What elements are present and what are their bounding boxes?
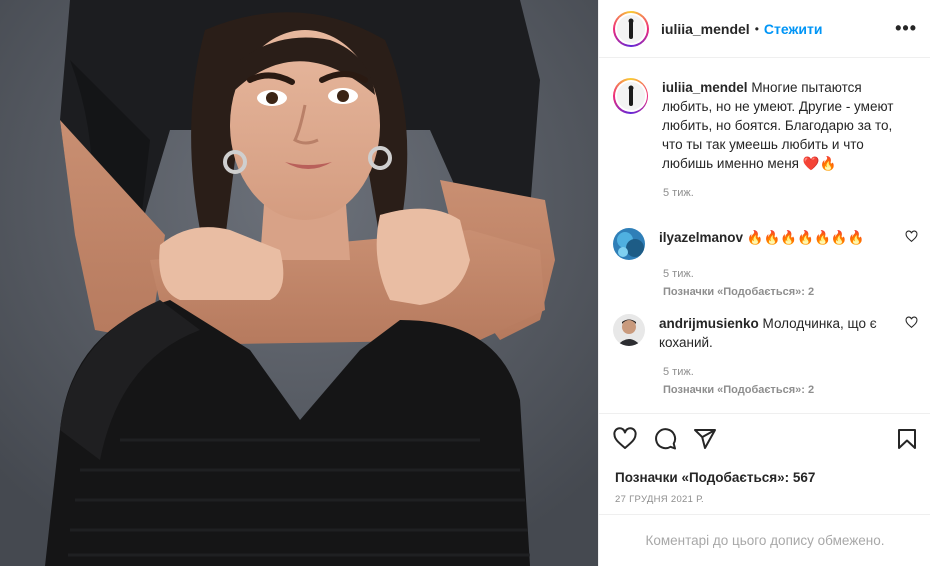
comment-text-block: andrijmusienko Молодчинка, що є коханий. — [659, 314, 917, 352]
post-photo[interactable] — [0, 0, 598, 566]
divider — [599, 514, 930, 515]
commenter-avatar-image — [613, 228, 645, 260]
share-icon[interactable] — [693, 427, 717, 451]
post-date[interactable]: 27 ГРУДНЯ 2021 Р. — [615, 494, 704, 505]
comment-time[interactable]: 5 тиж. — [663, 366, 918, 378]
likes-count[interactable]: Позначки «Подобається»: 567 — [615, 470, 815, 485]
commenter-avatar[interactable] — [613, 228, 645, 260]
comment-icon[interactable] — [653, 427, 677, 451]
bookmark-icon[interactable] — [895, 427, 919, 451]
commenter-avatar[interactable] — [613, 314, 645, 346]
comment-text: 🔥🔥🔥🔥🔥🔥🔥 — [746, 230, 865, 245]
photo-illustration — [0, 0, 598, 566]
action-bar — [613, 427, 919, 455]
comment-likes[interactable]: Позначки «Подобається»: 2 — [663, 384, 918, 396]
comment-time[interactable]: 5 тиж. — [663, 268, 918, 280]
comment-like-heart-icon[interactable] — [905, 230, 918, 243]
separator-dot: • — [754, 21, 759, 36]
comment-likes[interactable]: Позначки «Подобається»: 2 — [663, 286, 918, 298]
more-options-icon[interactable]: ••• — [895, 18, 917, 39]
follow-button[interactable]: Стежити — [764, 21, 823, 37]
comment-item: andrijmusienko Молодчинка, що є коханий.… — [613, 314, 918, 396]
post-caption: iuliia_mendel Многие пытаются любить, но… — [613, 78, 913, 199]
caption-avatar[interactable] — [613, 78, 649, 114]
heart-icon[interactable] — [613, 427, 637, 451]
caption-emoji: ❤️🔥 — [802, 156, 837, 171]
post-dialog: iuliia_mendel • Стежити ••• iuliia_mende… — [0, 0, 930, 566]
caption-text-block: iuliia_mendel Многие пытаются любить, но… — [662, 78, 913, 173]
author-username[interactable]: iuliia_mendel — [661, 21, 750, 37]
comment-item: ilyazelmanov 🔥🔥🔥🔥🔥🔥🔥 5 тиж. Позначки «По… — [613, 228, 918, 298]
caption-username[interactable]: iuliia_mendel — [662, 80, 748, 95]
caption-time[interactable]: 5 тиж. — [663, 187, 913, 199]
comment-username[interactable]: andrijmusienko — [659, 316, 759, 331]
comment-like-heart-icon[interactable] — [905, 316, 918, 329]
comment-username[interactable]: ilyazelmanov — [659, 230, 743, 245]
comment-text-block: ilyazelmanov 🔥🔥🔥🔥🔥🔥🔥 — [659, 228, 917, 260]
caption-avatar-image — [616, 82, 645, 110]
comments-closed-notice: Коментарі до цього допису обмежено. — [645, 533, 885, 548]
author-avatar-image — [617, 14, 645, 43]
divider — [599, 413, 930, 414]
commenter-avatar-image — [613, 314, 645, 346]
author-avatar[interactable] — [613, 10, 649, 47]
post-side-panel: iuliia_mendel • Стежити ••• iuliia_mende… — [598, 0, 930, 566]
post-header: iuliia_mendel • Стежити ••• — [599, 0, 930, 58]
